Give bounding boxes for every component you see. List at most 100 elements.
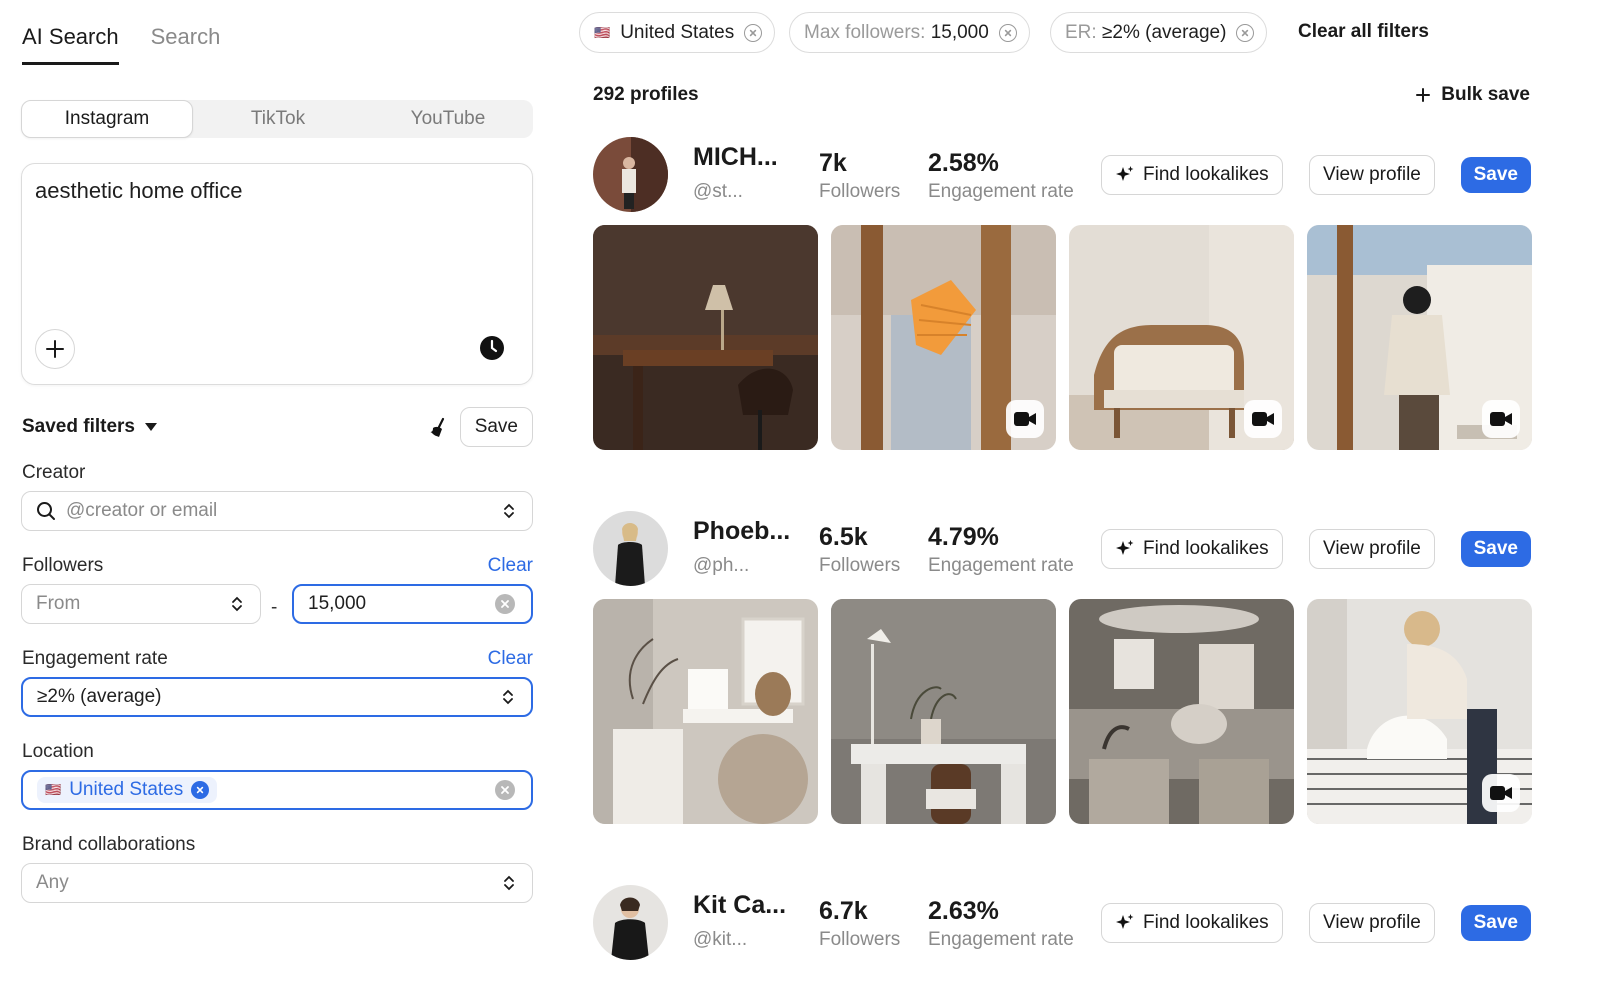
find-lookalikes-button[interactable]: Find lookalikes [1101,903,1283,943]
clear-location-icon[interactable] [495,780,515,800]
saved-filters-row: Saved filters Save [22,407,533,447]
find-lookalikes-button[interactable]: Find lookalikes [1101,529,1283,569]
creator-search-input[interactable]: @creator or email [21,491,533,531]
remove-location-icon[interactable] [191,781,210,799]
engagement-rate-select[interactable]: ≥2% (average) [21,677,533,717]
profile-handle: @kit... [693,929,748,950]
creator-placeholder: @creator or email [66,500,218,521]
find-lookalikes-label: Find lookalikes [1143,912,1269,933]
post-thumbnail[interactable] [831,225,1056,450]
location-chip: 🇺🇸 United States [37,777,218,803]
bulk-save-button[interactable]: Bulk save [1415,84,1530,106]
followers-value: 6.7k [819,897,868,925]
ai-prompt-input[interactable]: aesthetic home office [21,163,533,385]
engagement-value: ≥2% (average) [37,686,162,707]
engagement-clear-link[interactable]: Clear [488,648,533,670]
view-profile-button[interactable]: View profile [1309,529,1435,569]
followers-to-value: 15,000 [308,593,367,614]
video-icon [1482,774,1520,812]
brand-collab-value: Any [36,872,69,893]
sparkle-icon [1116,540,1134,555]
post-thumbnails [593,599,1532,824]
engagement-label: Engagement rate [22,648,168,669]
remove-filter-icon[interactable] [998,23,1017,42]
history-clock-icon[interactable] [478,334,506,362]
remove-filter-icon[interactable] [1236,23,1255,42]
followers-label: Followers [22,555,104,576]
broom-icon[interactable] [428,416,452,440]
save-profile-button[interactable]: Save [1460,157,1531,193]
chevron-up-down-icon [503,689,513,705]
er-filter-label: ER: [1065,21,1097,43]
engagement-value: 2.63% [928,897,999,925]
platform-instagram[interactable]: Instagram [21,100,193,138]
us-flag-icon: 🇺🇸 [594,24,611,40]
bulk-save-label: Bulk save [1441,84,1530,105]
post-thumbnail[interactable] [1307,599,1532,824]
post-thumbnail[interactable] [1069,225,1294,450]
chevron-up-down-icon [504,875,514,891]
followers-label: Followers [819,181,901,202]
plus-icon [46,340,64,358]
remove-filter-icon[interactable] [744,23,763,42]
post-thumbnail[interactable] [831,599,1056,824]
brand-collab-label: Brand collaborations [22,834,196,855]
platform-tiktok[interactable]: TikTok [193,100,363,138]
active-filter-country-value: United States [620,21,735,43]
location-label: Location [22,741,94,762]
save-profile-button[interactable]: Save [1460,531,1531,567]
tab-search[interactable]: Search [151,24,221,65]
post-thumbnail[interactable] [1069,599,1294,824]
view-profile-button[interactable]: View profile [1309,903,1435,943]
followers-clear-link[interactable]: Clear [488,555,533,577]
platform-switcher: Instagram TikTok YouTube [21,100,533,138]
clear-all-filters-link[interactable]: Clear all filters [1298,21,1429,43]
profile-name[interactable]: MICH... [693,143,778,172]
avatar[interactable] [593,885,668,960]
engagement-value: 4.79% [928,523,999,551]
prompt-text[interactable]: aesthetic home office [35,178,243,204]
range-separator: - [271,597,278,618]
view-profile-button[interactable]: View profile [1309,155,1435,195]
saved-filters-dropdown[interactable]: Saved filters [22,416,157,438]
engagement-value: 2.58% [928,149,999,177]
avatar[interactable] [593,511,668,586]
clear-followers-icon[interactable] [495,594,515,614]
video-icon [1482,400,1520,438]
save-profile-button[interactable]: Save [1460,905,1531,941]
filter-panel: AI Search Search Instagram TikTok YouTub… [0,0,560,990]
active-filter-country[interactable]: 🇺🇸 United States [579,12,776,53]
brand-collab-select[interactable]: Any [21,863,533,903]
save-filters-button[interactable]: Save [459,407,533,447]
followers-label: Followers [819,929,901,950]
add-attachment-button[interactable] [35,329,75,369]
us-flag-icon: 🇺🇸 [45,782,62,797]
chevron-up-down-icon [504,503,514,519]
post-thumbnail[interactable] [1307,225,1532,450]
sparkle-icon [1116,166,1134,181]
max-followers-label: Max followers: [804,21,926,43]
profile-name[interactable]: Kit Ca... [693,891,786,920]
followers-from-select[interactable]: From [21,584,261,624]
post-thumbnail[interactable] [593,599,818,824]
saved-filters-label: Saved filters [22,416,135,437]
active-filter-max-followers[interactable]: Max followers: 15,000 [789,12,1030,53]
tab-ai-search[interactable]: AI Search [22,24,119,65]
chevron-up-down-icon [232,596,242,612]
location-input[interactable]: 🇺🇸 United States [21,770,533,810]
post-thumbnail[interactable] [593,225,818,450]
profile-name[interactable]: Phoeb... [693,517,790,546]
followers-value: 6.5k [819,523,868,551]
avatar[interactable] [593,137,668,212]
find-lookalikes-button[interactable]: Find lookalikes [1101,155,1283,195]
followers-to-input[interactable]: 15,000 [292,584,533,624]
find-lookalikes-label: Find lookalikes [1143,164,1269,185]
max-followers-value: 15,000 [930,21,989,43]
caret-down-icon [145,423,157,431]
followers-from-placeholder: From [36,593,81,614]
platform-youtube[interactable]: YouTube [363,100,533,138]
active-filter-er[interactable]: ER: ≥2% (average) [1050,12,1268,53]
post-thumbnails [593,225,1532,450]
profile-handle: @st... [693,181,743,202]
video-icon [1006,400,1044,438]
